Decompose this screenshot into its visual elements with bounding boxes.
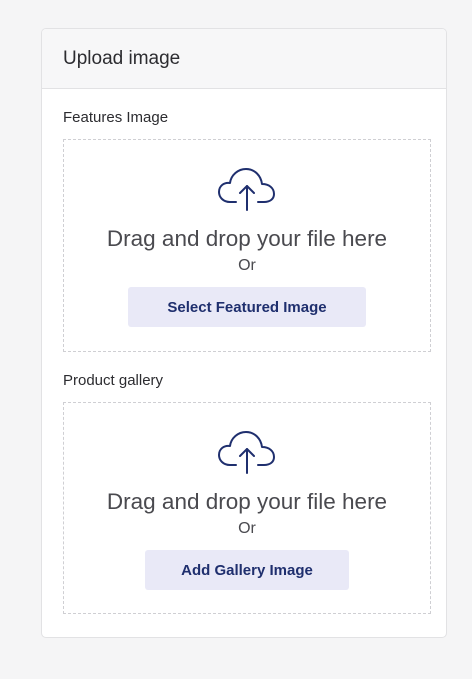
card-title: Upload image — [63, 47, 181, 69]
upload-image-card: Upload image Features Image Drag and dro… — [41, 28, 447, 638]
product-gallery-label: Product gallery — [63, 372, 164, 389]
card-header: Upload image — [42, 29, 446, 89]
featured-or-text: Or — [238, 257, 256, 274]
gallery-or-text: Or — [238, 520, 256, 537]
product-gallery-dropzone[interactable]: Drag and drop your file here Or Add Gall… — [63, 402, 431, 614]
add-gallery-image-button[interactable]: Add Gallery Image — [145, 550, 349, 590]
cloud-upload-icon — [218, 168, 275, 211]
card-body: Features Image Drag and drop your file h… — [42, 109, 446, 614]
cloud-upload-icon — [218, 431, 275, 474]
featured-drop-text: Drag and drop your file here — [106, 226, 388, 251]
featured-image-label: Features Image — [63, 109, 169, 126]
featured-image-dropzone[interactable]: Drag and drop your file here Or Select F… — [63, 139, 431, 352]
select-featured-image-button[interactable]: Select Featured Image — [128, 287, 366, 327]
gallery-drop-text: Drag and drop your file here — [106, 489, 388, 514]
